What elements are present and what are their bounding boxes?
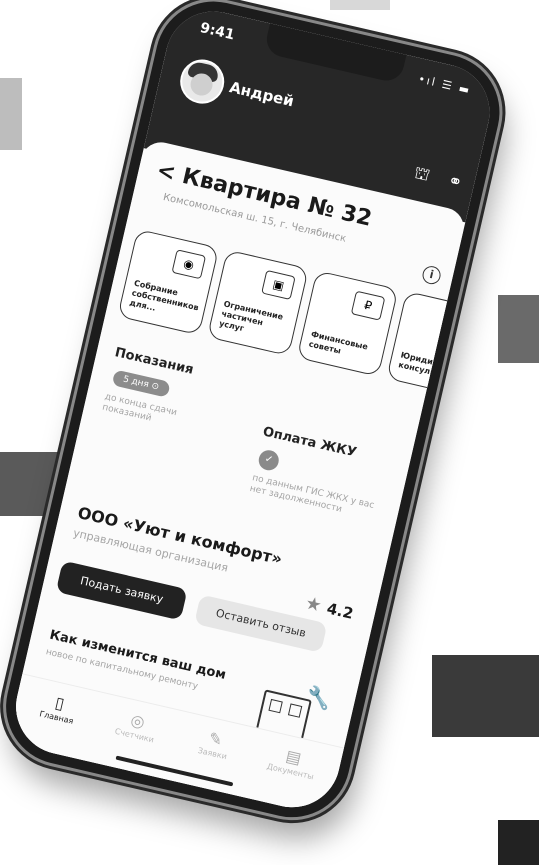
nav-item-documents[interactable]: ▤ Документы — [255, 740, 330, 784]
tile-label: Финансовые советы — [307, 329, 369, 356]
star-icon: ★ — [303, 592, 324, 617]
payment-subtitle: по данным ГИС ЖКХ у вас нет задолженност… — [248, 473, 376, 515]
service-tiles: ◉ Собрание собственников для... ▣ Ограни… — [116, 228, 489, 404]
rating-value: 4.2 — [325, 599, 356, 623]
readings-days-chip[interactable]: 5 дня ⊙ — [111, 369, 171, 398]
bottom-nav: ▯ Главная ◎ Счетчики ✎ Заявки ▤ Документ… — [6, 673, 345, 817]
check-icon: ✓ — [256, 448, 281, 473]
background-block — [330, 0, 390, 10]
tile-label: Ограничение частичен услуг — [218, 299, 284, 334]
nav-item-meters[interactable]: ◎ Счетчики — [99, 704, 174, 748]
tile-meeting[interactable]: ◉ Собрание собственников для... — [117, 228, 220, 336]
tile-finance[interactable]: ₽ Финансовые советы — [296, 270, 399, 377]
app-screen: 9:41 •ıl ☰ ▬ Андрей ⛫ ⚭ < Квартира № 32 … — [6, 1, 500, 817]
background-block — [0, 78, 22, 150]
tile-legal[interactable]: § Юридич. консульт. — [386, 290, 489, 398]
user-name[interactable]: Андрей — [228, 78, 296, 110]
bell-icon[interactable]: ⛫ — [409, 161, 435, 187]
nav-item-home[interactable]: ▯ Главная — [21, 686, 96, 730]
tile-label: Юридич. консульт. — [397, 350, 444, 380]
status-time: 9:41 — [198, 19, 237, 44]
info-icon[interactable]: i — [420, 264, 443, 286]
tile-restriction[interactable]: ▣ Ограничение частичен услуг — [206, 249, 309, 357]
submit-request-button[interactable]: Подать заявку — [55, 560, 188, 621]
tile-label: Собрание собственников для... — [128, 278, 200, 313]
status-icons: •ıl ☰ ▬ — [417, 72, 473, 98]
home-indicator — [115, 755, 234, 787]
headset-icon[interactable]: ⚭ — [442, 169, 468, 195]
tv-icon: ▣ — [261, 269, 296, 301]
phone-notch — [263, 23, 407, 85]
avatar[interactable] — [175, 55, 229, 108]
background-block — [432, 655, 539, 737]
readings-subtitle: до конца сдачи показаний — [101, 391, 178, 424]
camera-icon: ◉ — [171, 249, 207, 280]
background-block — [498, 295, 539, 363]
money-icon: ₽ — [350, 290, 386, 321]
wrench-icon: 🔧 — [304, 683, 334, 713]
background-block — [498, 820, 539, 865]
main-content: < Квартира № 32 Комсомольская ш. 15, г. … — [6, 138, 489, 817]
nav-item-requests[interactable]: ✎ Заявки — [177, 722, 252, 766]
law-icon: § — [440, 311, 476, 342]
